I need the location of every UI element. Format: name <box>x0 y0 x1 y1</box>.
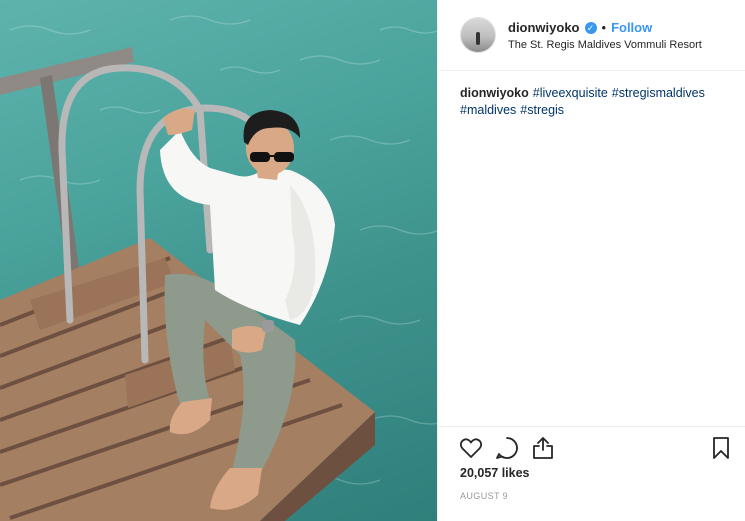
likes-count[interactable]: 20,057 likes <box>460 466 530 480</box>
avatar-figure <box>476 32 480 45</box>
caption-username[interactable]: dionwiyoko <box>460 86 529 100</box>
heart-icon[interactable] <box>458 435 484 461</box>
action-bar <box>438 426 745 467</box>
hashtag-link[interactable]: #liveexquisite <box>533 86 608 100</box>
hashtag-link[interactable]: #maldives <box>460 103 516 117</box>
post-header: dionwiyoko ✓ • Follow The St. Regis Mald… <box>438 0 745 71</box>
post-date[interactable]: AUGUST 9 <box>460 491 508 501</box>
instagram-post: dionwiyoko ✓ • Follow The St. Regis Mald… <box>0 0 745 521</box>
post-caption: dionwiyoko #liveexquisite #stregismaldives… <box>460 85 730 119</box>
separator-dot: • <box>601 20 607 35</box>
post-side-panel: dionwiyoko ✓ • Follow The St. Regis Mald… <box>437 0 745 521</box>
photo-illustration <box>0 15 437 521</box>
comment-icon[interactable] <box>494 435 520 461</box>
location-link[interactable]: The St. Regis Maldives Vommuli Resort <box>508 39 702 51</box>
avatar[interactable] <box>460 17 496 53</box>
bookmark-icon[interactable] <box>708 435 734 461</box>
username-link[interactable]: dionwiyoko <box>508 20 580 35</box>
hashtag-link[interactable]: #stregis <box>520 103 564 117</box>
verified-badge-icon: ✓ <box>584 21 597 34</box>
user-line: dionwiyoko ✓ • Follow <box>508 20 652 35</box>
post-photo[interactable] <box>0 0 437 521</box>
hashtag-link[interactable]: #stregismaldives <box>612 86 705 100</box>
share-icon[interactable] <box>530 435 556 461</box>
follow-button[interactable]: Follow <box>611 20 652 35</box>
